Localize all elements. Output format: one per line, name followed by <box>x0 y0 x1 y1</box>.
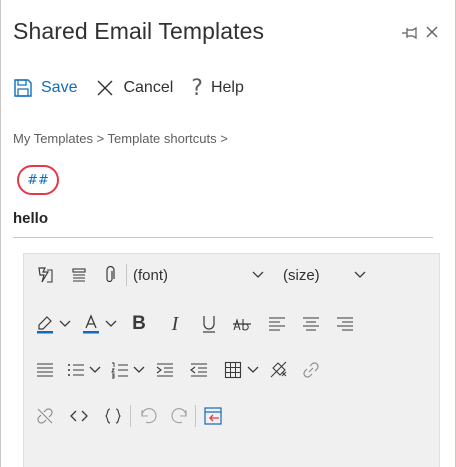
code-view-icon[interactable] <box>68 403 90 429</box>
table-icon[interactable] <box>222 357 244 383</box>
toolbar-row-4 <box>34 401 224 431</box>
italic-icon[interactable]: I <box>164 311 186 337</box>
close-icon[interactable] <box>423 23 441 41</box>
pane-header: Shared Email Templates <box>13 18 443 50</box>
attach-icon[interactable] <box>100 262 120 288</box>
chevron-down-icon[interactable] <box>132 357 146 383</box>
breadcrumb[interactable]: My Templates > Template shortcuts > <box>13 131 228 146</box>
task-pane: Shared Email Templates Save Cancel ? Hel… <box>0 0 456 467</box>
justify-icon[interactable] <box>34 357 56 383</box>
toolbar-row-3 <box>34 355 322 385</box>
help-label: Help <box>210 79 244 96</box>
size-select[interactable]: (size) <box>283 262 373 288</box>
font-select[interactable]: (font) <box>133 262 273 288</box>
toolbar-row-1: (font) (size) <box>34 260 373 290</box>
remove-link-icon[interactable] <box>34 403 56 429</box>
name-divider <box>13 237 433 238</box>
rich-text-editor-toolbar: (font) (size) B I <box>23 253 440 467</box>
save-label: Save <box>41 79 78 96</box>
template-name-field[interactable]: hello <box>13 210 48 227</box>
chevron-down-icon[interactable] <box>88 357 102 383</box>
numbered-list-icon[interactable] <box>110 357 130 383</box>
highlight-color-icon[interactable] <box>34 311 56 337</box>
align-right-icon[interactable] <box>334 311 356 337</box>
decrease-indent-icon[interactable] <box>188 357 210 383</box>
cancel-button[interactable]: Cancel <box>95 72 173 104</box>
insert-link-icon[interactable] <box>300 357 322 383</box>
undo-icon[interactable] <box>137 403 159 429</box>
increase-indent-icon[interactable] <box>154 357 176 383</box>
template-shortcut-field[interactable]: ## <box>17 165 59 195</box>
chevron-down-icon[interactable] <box>246 357 260 383</box>
save-icon <box>14 79 32 97</box>
chevron-down-icon <box>251 262 265 288</box>
font-select-value: (font) <box>133 266 169 284</box>
strikethrough-icon[interactable] <box>230 311 254 337</box>
redo-icon[interactable] <box>169 403 191 429</box>
pin-icon[interactable] <box>401 25 419 41</box>
chevron-down-icon <box>353 262 367 288</box>
toolbar-separator <box>130 405 131 427</box>
underline-icon[interactable] <box>198 311 220 337</box>
toolbar-row-2: B I <box>34 309 356 339</box>
braces-icon[interactable] <box>102 403 124 429</box>
template-shortcut: ## <box>27 172 49 188</box>
chevron-down-icon[interactable] <box>104 311 118 337</box>
fullscreen-icon[interactable] <box>202 403 224 429</box>
action-toolbar: Save Cancel ? Help <box>13 72 262 104</box>
toolbar-separator <box>126 264 127 286</box>
chevron-down-icon[interactable] <box>58 311 72 337</box>
cancel-label: Cancel <box>123 79 174 96</box>
toolbar-separator <box>195 405 196 427</box>
align-left-icon[interactable] <box>266 311 288 337</box>
bold-icon[interactable]: B <box>128 311 150 337</box>
cancel-icon <box>97 80 113 96</box>
save-button[interactable]: Save <box>13 72 77 104</box>
font-color-icon[interactable] <box>80 311 102 337</box>
help-button[interactable]: ? Help <box>191 72 244 104</box>
bullet-list-icon[interactable] <box>66 357 86 383</box>
question-icon: ? <box>191 75 203 101</box>
paragraph-icon[interactable] <box>68 262 90 288</box>
align-center-icon[interactable] <box>300 311 322 337</box>
clear-format-icon[interactable] <box>268 357 290 383</box>
insert-field-icon[interactable] <box>34 262 56 288</box>
size-select-value: (size) <box>283 266 320 284</box>
pane-title: Shared Email Templates <box>13 18 265 44</box>
